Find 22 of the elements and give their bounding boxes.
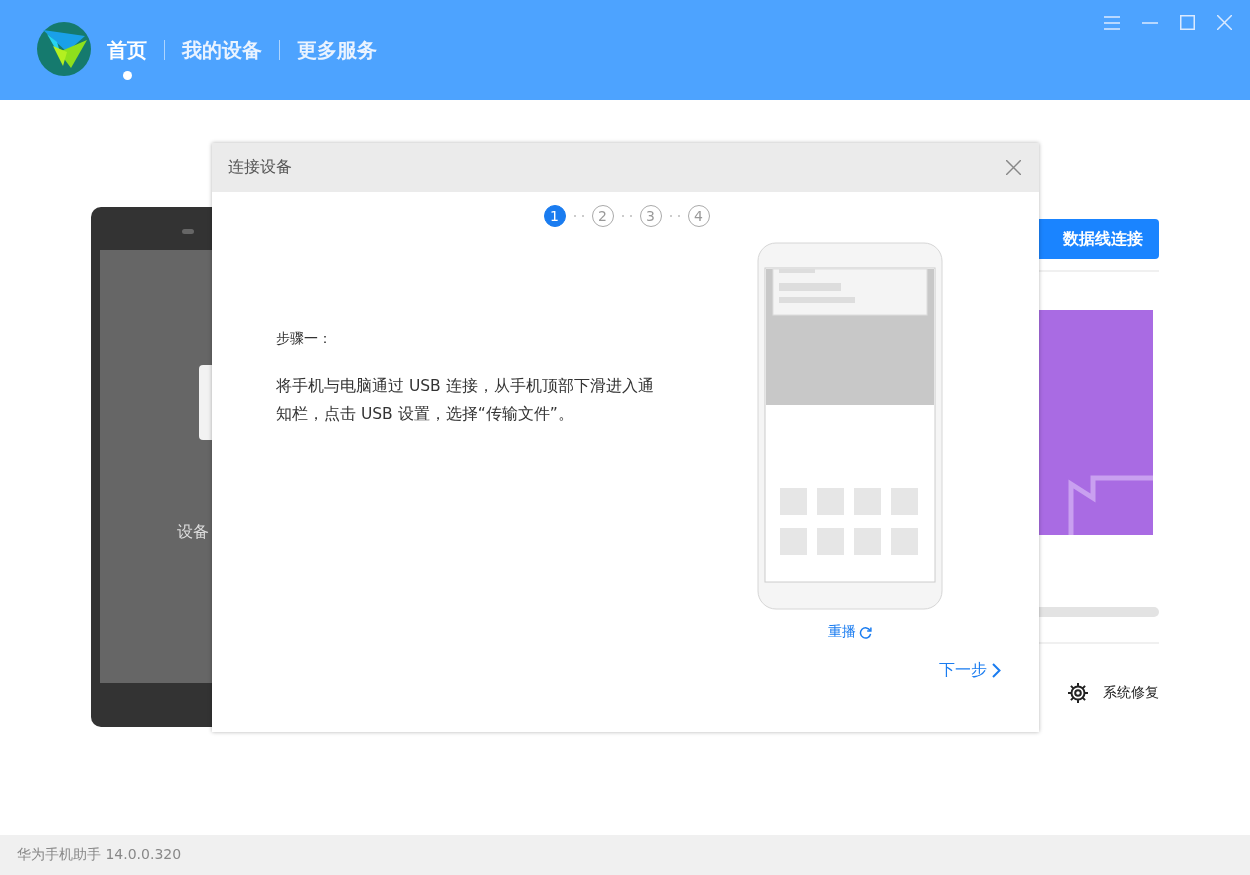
dialog-title: 连接设备 [228,157,292,178]
nav-tab[interactable]: 首页 [107,37,147,63]
active-dot [122,71,132,80]
speaker-slot [182,229,194,234]
chevron-right-icon [992,663,1001,678]
step-title: 步骤一： [276,330,333,348]
gear-icon[interactable] [1067,682,1089,704]
logo-icon [37,22,91,76]
replay-link[interactable]: 重播 [828,623,872,641]
minimize-icon[interactable] [1142,21,1158,24]
nav-tab[interactable]: 我的设备 [182,37,262,63]
refresh-icon [859,625,872,639]
tool-label[interactable]: 系统修复 [1103,684,1159,702]
nav-tab[interactable]: 更多服务 [297,37,377,63]
next-step-link[interactable]: 下一步 [939,660,1001,681]
menu-icon[interactable] [1104,15,1120,30]
version-text: 华为手机助手 14.0.0.320 [17,846,182,864]
step-indicator: 1 [543,205,566,227]
close-icon[interactable] [1006,160,1021,175]
instruction-text: 将手机与电脑通过 USB 连接，从手机顶部下滑进入通知栏，点击 USB 设置，选择“传输文件”。 [276,376,655,425]
maximize-icon[interactable] [1180,15,1195,30]
device-caption: 设备 [177,522,209,543]
